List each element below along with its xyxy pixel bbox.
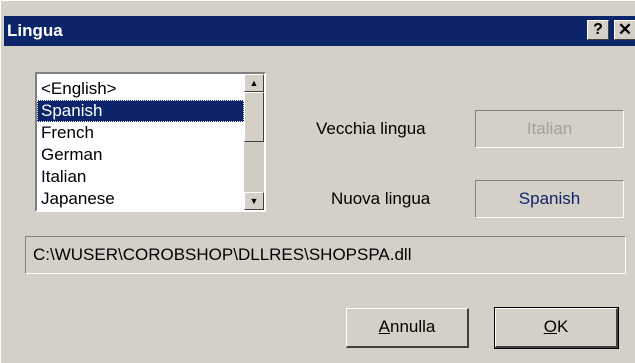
close-icon: ✕ [617, 20, 633, 39]
cancel-label: nnulla [389, 317, 436, 336]
scroll-down-button[interactable]: ▼ [244, 192, 264, 210]
language-list-items: <English> Spanish French German Italian Japan… [37, 78, 244, 210]
vertical-scrollbar[interactable]: ▲ ▼ [244, 74, 264, 210]
language-list-item[interactable]: <English> [37, 78, 244, 100]
ok-mnemonic: O [543, 317, 557, 336]
language-list-item[interactable]: German [37, 144, 244, 166]
cancel-button[interactable]: Annulla [346, 308, 469, 348]
ok-button[interactable]: OK [494, 307, 619, 349]
language-dialog: Lingua ? ✕ <English> Spanish French German I… [0, 0, 635, 363]
language-list-item[interactable]: Japanese [37, 188, 244, 210]
language-list-item[interactable]: Italian [37, 166, 244, 188]
scroll-thumb[interactable] [244, 92, 264, 142]
title-bar[interactable]: Lingua ? ✕ [4, 16, 635, 46]
language-list-item[interactable]: Spanish [37, 100, 244, 122]
scroll-up-button[interactable]: ▲ [244, 74, 264, 92]
ok-label: K [556, 317, 569, 336]
window-title: Lingua [7, 21, 63, 40]
arrow-up-icon: ▲ [249, 78, 259, 88]
old-language-field: Italian [475, 110, 624, 148]
language-list-item[interactable]: French [37, 122, 244, 144]
close-button[interactable]: ✕ [614, 20, 635, 40]
new-language-label: Nuova lingua [331, 189, 431, 208]
dll-path-field: C:\WUSER\COROBSHOP\DLLRES\SHOPSPA.dll [25, 236, 626, 274]
help-icon: ? [593, 21, 603, 38]
arrow-down-icon: ▼ [249, 196, 259, 206]
language-listbox[interactable]: <English> Spanish French German Italian Japan… [35, 72, 266, 212]
old-language-label: Vecchia lingua [316, 119, 426, 138]
new-language-field: Spanish [475, 180, 624, 218]
help-button[interactable]: ? [587, 20, 609, 40]
cancel-mnemonic: A [378, 317, 390, 336]
